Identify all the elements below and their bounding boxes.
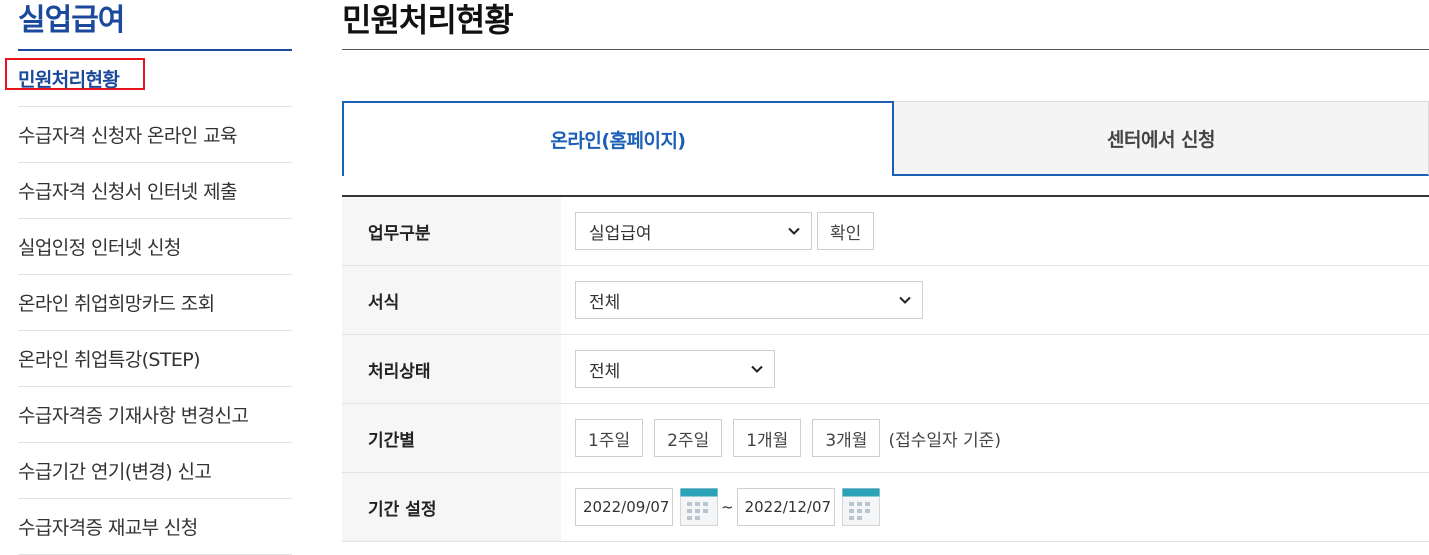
sidebar-item-certificate-reissue[interactable]: 수급자격증 재교부 신청 (18, 499, 292, 555)
sidebar-item-label: 수급기간 연기(변경) 신고 (18, 461, 212, 483)
sidebar-item-civil-complaint-status[interactable]: 민원처리현황 (5, 51, 292, 107)
tab-online-homepage[interactable]: 온라인(홈페이지) (342, 101, 894, 176)
start-date-input[interactable]: 2022/09/07 (575, 488, 673, 526)
form-row-business-type: 업무구분 실업급여 확인 (342, 197, 1429, 266)
sidebar-item-label: 온라인 취업희망카드 조회 (18, 293, 215, 315)
sidebar-item-job-card-lookup[interactable]: 온라인 취업희망카드 조회 (18, 275, 292, 331)
calendar-icon[interactable] (841, 488, 880, 526)
form-row-period: 기간별 1주일 2주일 1개월 3개월 (접수일자 기준) (342, 404, 1429, 473)
search-form: 업무구분 실업급여 확인 서식 전체 처리상태 전체 기간별 1주일 2주일 1… (342, 195, 1429, 542)
sidebar: 실업급여 민원처리현황 수급자격 신청자 온라인 교육 수급자격 신청서 인터넷… (0, 0, 292, 555)
date-range-separator: ~ (721, 498, 734, 516)
sidebar-item-application-submit[interactable]: 수급자격 신청서 인터넷 제출 (18, 163, 292, 219)
sidebar-item-certificate-change[interactable]: 수급자격증 기재사항 변경신고 (18, 387, 292, 443)
format-select[interactable]: 전체 (575, 281, 923, 319)
chevron-down-icon (788, 227, 800, 235)
period-button-group: 1주일 2주일 1개월 3개월 (575, 419, 881, 457)
business-type-label: 업무구분 (342, 197, 561, 265)
sidebar-item-online-education[interactable]: 수급자격 신청자 온라인 교육 (18, 107, 292, 163)
sidebar-title: 실업급여 (18, 3, 125, 38)
format-value: 전체 (589, 292, 621, 313)
business-type-value: 실업급여 (589, 223, 652, 244)
sidebar-item-label: 수급자격 신청서 인터넷 제출 (18, 181, 237, 203)
form-row-date-range: 기간 설정 2022/09/07 ~ 2022/12/07 (342, 473, 1429, 542)
period-note: (접수일자 기준) (888, 430, 1001, 451)
business-type-select[interactable]: 실업급여 (575, 212, 812, 250)
sidebar-item-label: 온라인 취업특강(STEP) (18, 349, 201, 371)
chevron-down-icon (899, 296, 911, 304)
main-content: 민원처리현황 온라인(홈페이지) 센터에서 신청 업무구분 실업급여 확인 서식… (342, 0, 1429, 542)
sidebar-menu: 민원처리현황 수급자격 신청자 온라인 교육 수급자격 신청서 인터넷 제출 실… (0, 51, 292, 555)
form-row-format: 서식 전체 (342, 266, 1429, 335)
date-range-label: 기간 설정 (342, 473, 561, 541)
chevron-down-icon (751, 365, 763, 373)
calendar-icon[interactable] (680, 488, 718, 526)
sidebar-item-label: 실업인정 인터넷 신청 (18, 237, 181, 259)
sidebar-item-label: 수급자격증 기재사항 변경신고 (18, 405, 249, 427)
sidebar-item-unemployment-recognition[interactable]: 실업인정 인터넷 신청 (18, 219, 292, 275)
sidebar-item-step-lecture[interactable]: 온라인 취업특강(STEP) (18, 331, 292, 387)
status-select[interactable]: 전체 (575, 350, 775, 388)
confirm-button[interactable]: 확인 (817, 212, 875, 250)
form-row-status: 처리상태 전체 (342, 335, 1429, 404)
period-1month-button[interactable]: 1개월 (733, 419, 802, 457)
title-divider (342, 49, 1429, 50)
page-title: 민원처리현황 (342, 1, 514, 39)
period-3month-button[interactable]: 3개월 (812, 419, 881, 457)
format-label: 서식 (342, 266, 561, 334)
period-2week-button[interactable]: 2주일 (654, 419, 723, 457)
status-label: 처리상태 (342, 335, 561, 403)
end-date-input[interactable]: 2022/12/07 (736, 488, 835, 526)
sidebar-item-label: 수급자격 신청자 온라인 교육 (18, 125, 237, 147)
application-channel-tabs: 온라인(홈페이지) 센터에서 신청 (342, 101, 1429, 176)
tab-center-application[interactable]: 센터에서 신청 (894, 101, 1429, 176)
sidebar-item-label: 수급자격증 재교부 신청 (18, 517, 198, 539)
period-label: 기간별 (342, 404, 561, 472)
period-1week-button[interactable]: 1주일 (575, 419, 644, 457)
status-value: 전체 (589, 361, 621, 382)
sidebar-item-period-extension[interactable]: 수급기간 연기(변경) 신고 (18, 443, 292, 499)
sidebar-item-label: 민원처리현황 (18, 69, 120, 91)
